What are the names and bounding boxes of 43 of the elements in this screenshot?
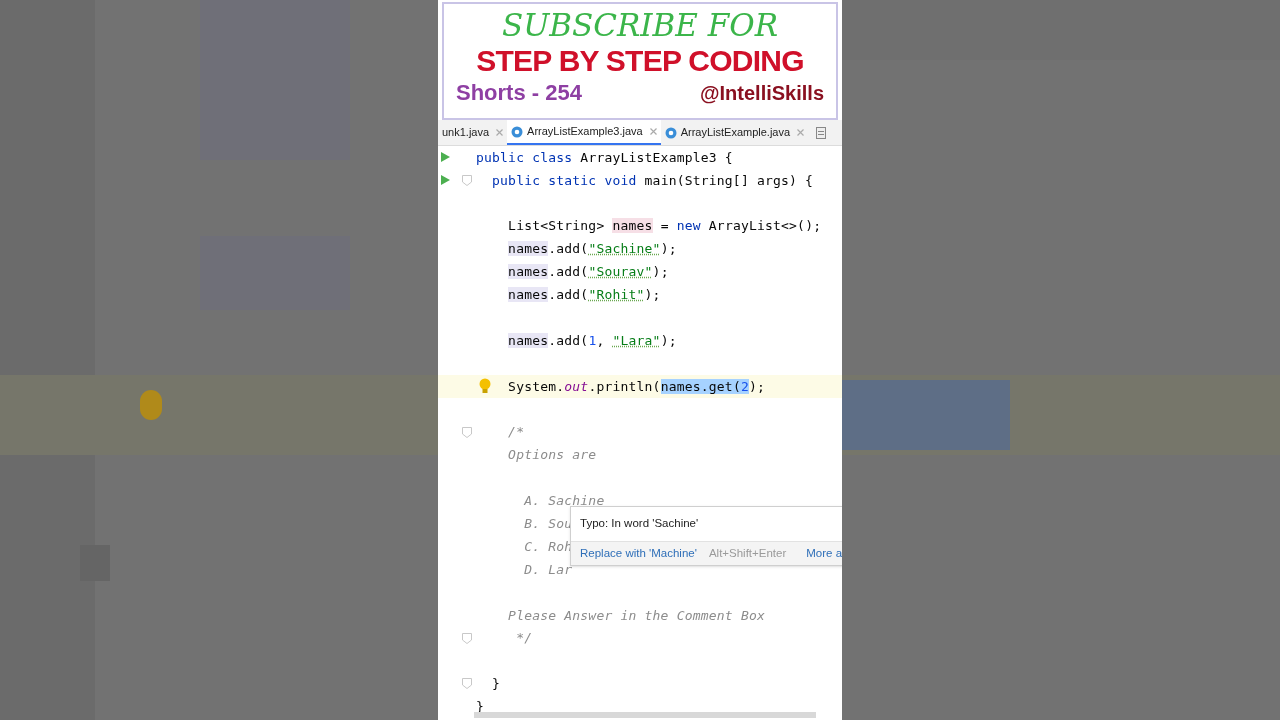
editor-tab[interactable]: ArrayListExample.java — [660, 120, 809, 145]
run-icon[interactable] — [441, 152, 450, 163]
code-line: D. Lar — [523, 560, 573, 579]
fold-icon[interactable] — [462, 174, 472, 186]
code-line: */ — [515, 629, 533, 648]
tab-label: ArrayListExample3.java — [527, 124, 643, 140]
code-line: A. Sachine — [523, 492, 605, 511]
code-line: Please Answer in the Comment Box — [507, 606, 765, 625]
close-icon[interactable] — [496, 129, 504, 136]
close-icon[interactable] — [649, 128, 657, 135]
editor-tab[interactable]: unk1.java — [438, 120, 508, 145]
tooltip-message: Typo: In word 'Sachine' — [580, 516, 699, 532]
lightbulb-icon[interactable] — [479, 378, 491, 395]
code-line: names.add("Sourav"); — [507, 263, 669, 282]
code-line: names.add("Rohit"); — [507, 286, 661, 305]
replace-link[interactable]: Replace with 'Machine' — [580, 544, 697, 563]
close-icon[interactable] — [797, 129, 805, 136]
code-line: System.out.println(names.get(2); — [507, 377, 765, 396]
shortcut-hint: Alt+Shift+Enter — [708, 545, 787, 561]
editor-tab[interactable]: ArrayListExample3.java — [507, 120, 661, 145]
code-line: List<String> names = new ArrayList<>(); — [507, 217, 822, 236]
banner-headline: SUBSCRIBE FOR — [501, 6, 779, 44]
document-icon — [816, 126, 827, 139]
class-icon — [664, 126, 677, 139]
code-line: names.add("Sachine"); — [507, 240, 677, 259]
fold-icon[interactable] — [462, 426, 472, 438]
code-line: public class ArrayListExample3 { — [475, 148, 733, 167]
more-actions-link[interactable]: More a — [806, 544, 842, 563]
banner-subhead: STEP BY STEP CODING — [476, 44, 804, 78]
horizontal-scrollbar[interactable] — [474, 712, 816, 718]
run-icon[interactable] — [441, 175, 450, 186]
episode-label: Shorts - 254 — [456, 79, 582, 107]
code-line: } — [491, 675, 501, 694]
fold-icon[interactable] — [462, 632, 472, 644]
code-line: Options are — [507, 446, 597, 465]
tab-label: unk1.java — [442, 125, 490, 141]
fold-icon[interactable] — [462, 678, 472, 690]
tab-label: ArrayListExample.java — [680, 125, 791, 141]
code-line: names.add(1, "Lara"); — [507, 331, 677, 350]
channel-handle: @IntelliSkills — [700, 81, 824, 106]
code-line: public static void main(String[] args) { — [491, 171, 814, 190]
class-icon — [511, 125, 524, 138]
code-line: /* — [507, 423, 525, 442]
